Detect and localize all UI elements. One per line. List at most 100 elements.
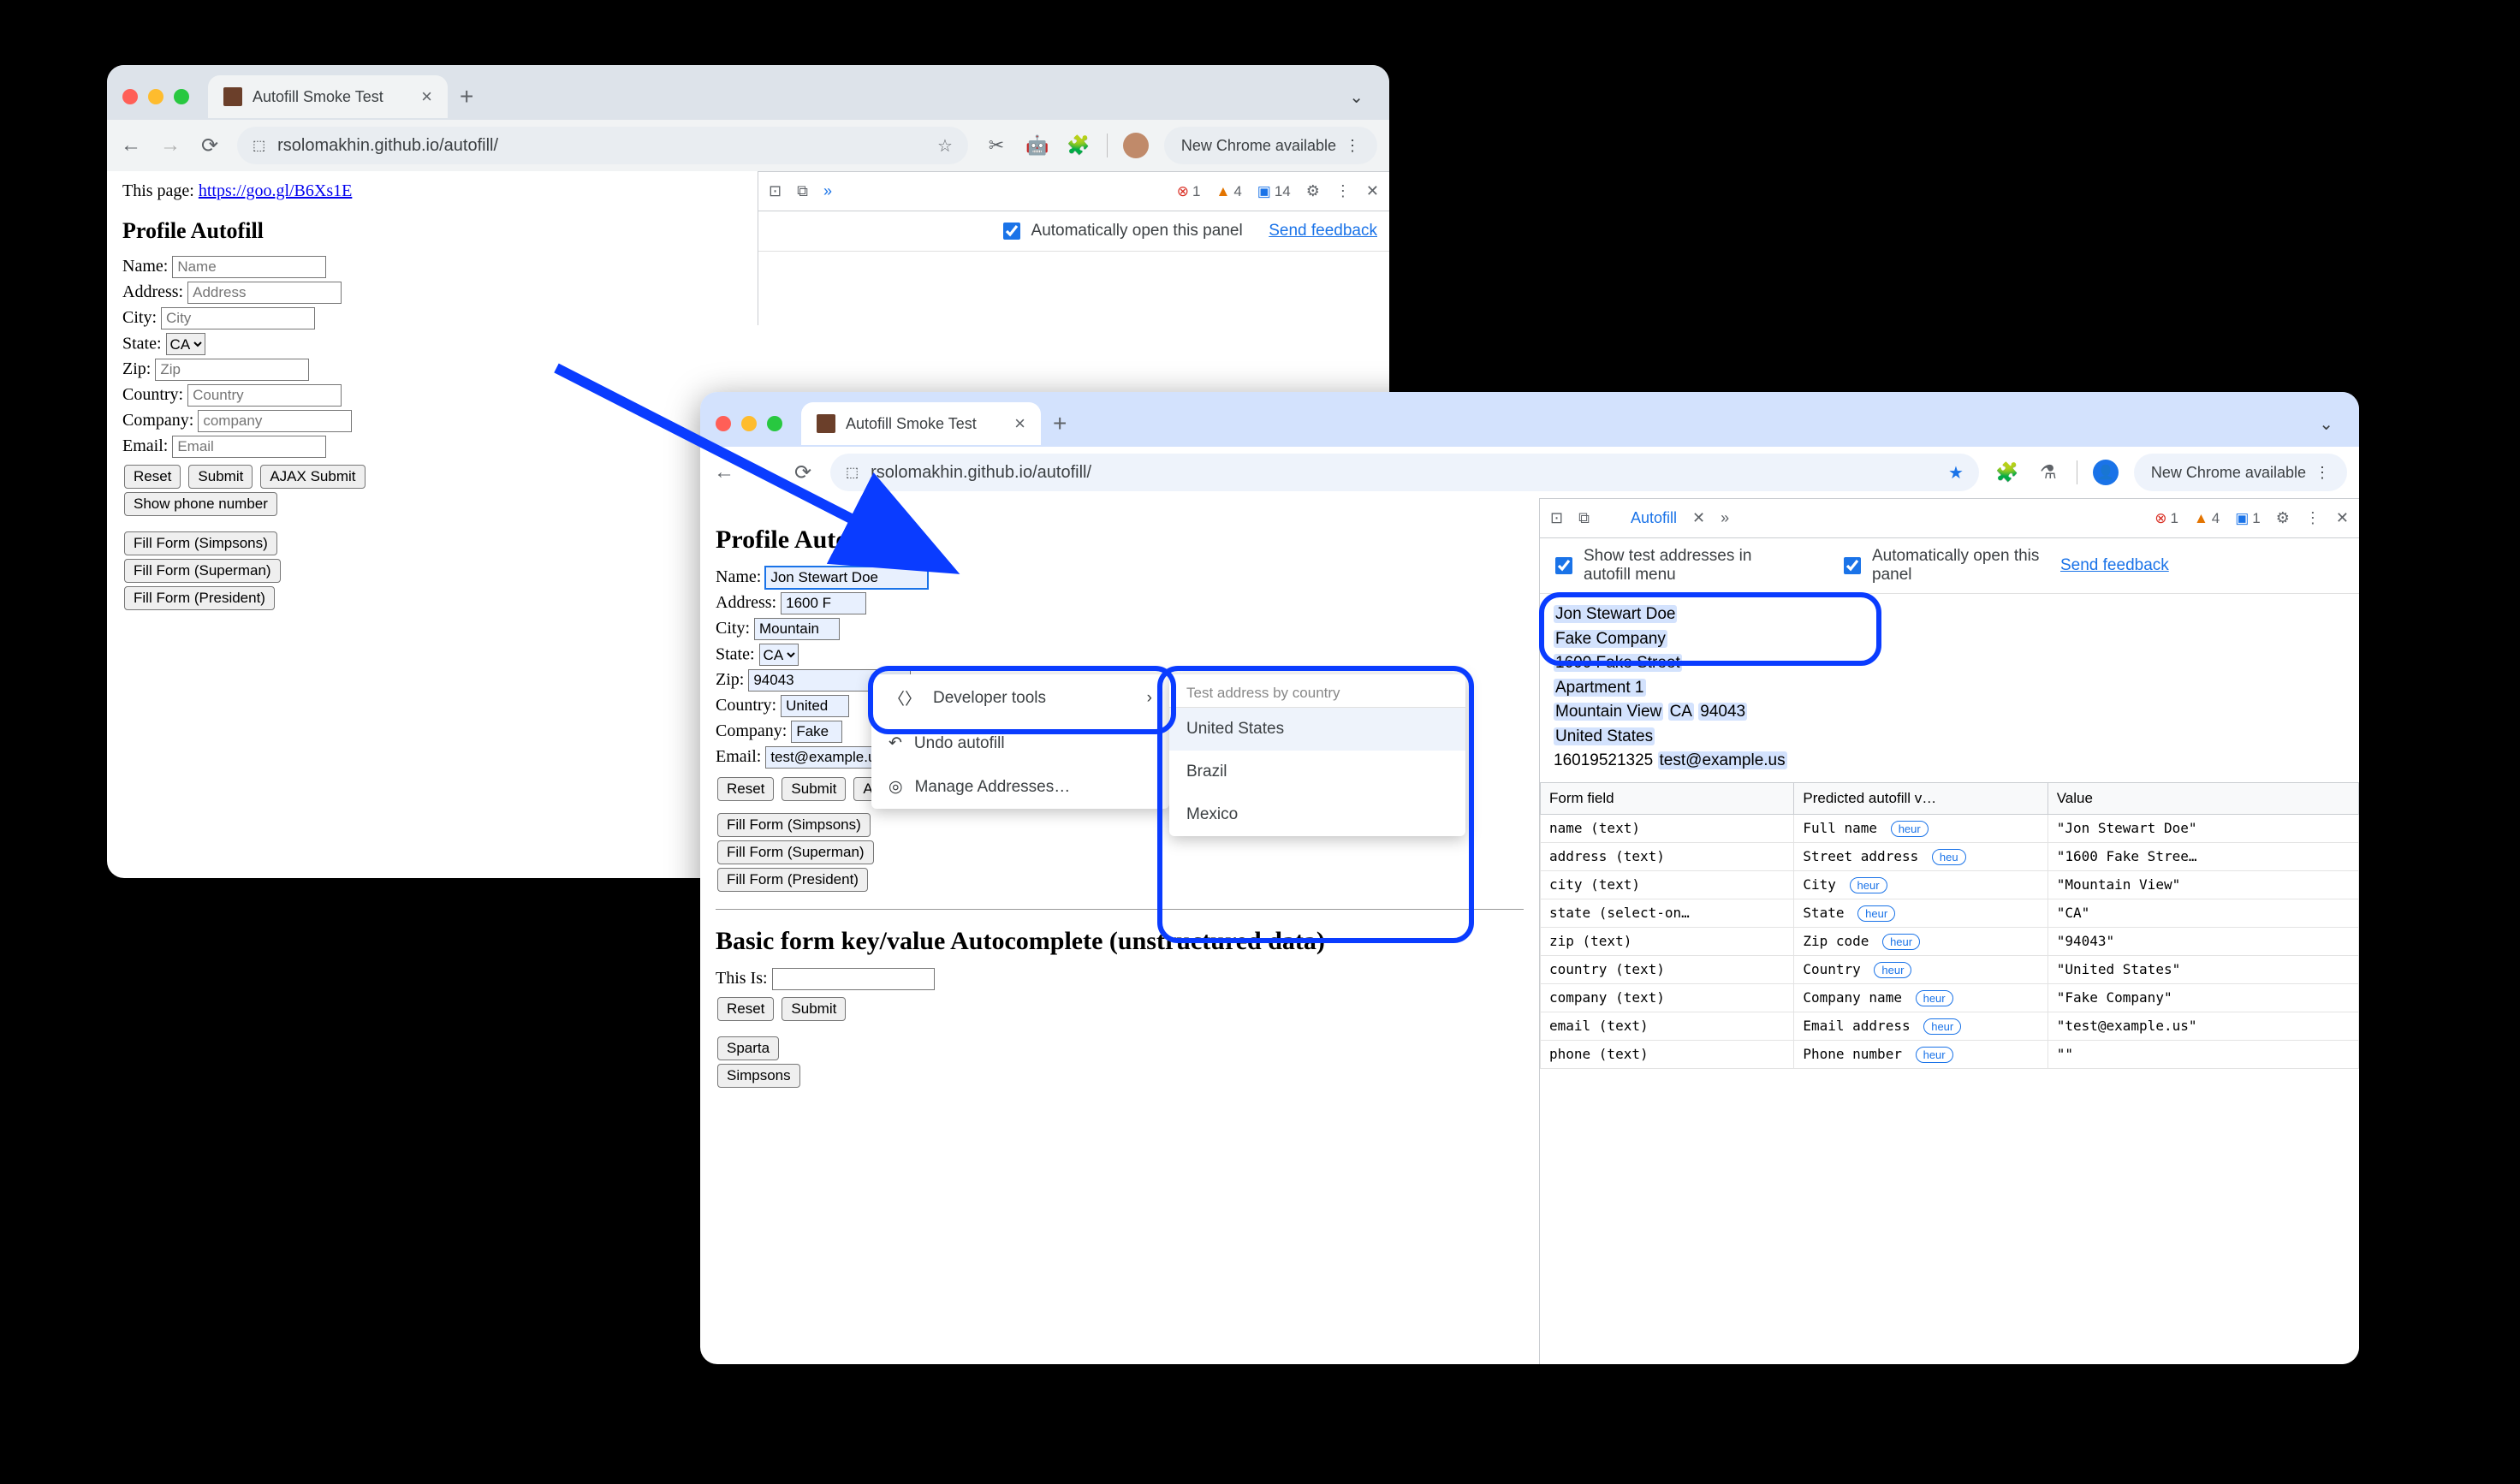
send-feedback-link[interactable]: Send feedback xyxy=(1269,222,1377,240)
country-input[interactable] xyxy=(781,695,849,717)
device-toggle-icon[interactable]: ⧉ xyxy=(1578,509,1590,527)
auto-open-checkbox[interactable] xyxy=(1003,223,1020,240)
warning-count[interactable]: ▲4 xyxy=(1215,183,1241,200)
fullscreen-window-icon[interactable] xyxy=(767,416,782,431)
devtools-menu-item[interactable]: 〈〉 Developer tools › xyxy=(871,674,1169,721)
bookmark-icon[interactable]: ☆ xyxy=(937,135,953,157)
zip-input[interactable] xyxy=(155,359,309,381)
extension-icon-1[interactable]: 🤖 xyxy=(1025,133,1050,158)
tabs-dropdown-icon[interactable]: ⌄ xyxy=(1339,81,1374,113)
submit-button[interactable]: Submit xyxy=(782,777,846,801)
bookmark-icon[interactable]: ★ xyxy=(1948,462,1964,484)
close-devtools-icon[interactable]: ✕ xyxy=(2336,509,2349,527)
reload-icon[interactable]: ⟳ xyxy=(791,460,815,485)
kebab-icon[interactable]: ⋮ xyxy=(2305,509,2321,527)
extensions-icon[interactable]: 🧩 xyxy=(1066,133,1091,158)
fill-president-button[interactable]: Fill Form (President) xyxy=(717,868,868,892)
error-count[interactable]: ⊗1 xyxy=(1177,183,1201,200)
minimize-window-icon[interactable] xyxy=(148,89,163,104)
table-row[interactable]: address (text)Street address heu"1600 Fa… xyxy=(1541,842,2359,870)
name-input[interactable] xyxy=(765,567,928,589)
city-input[interactable] xyxy=(161,307,315,329)
close-tab-icon[interactable]: × xyxy=(421,86,432,108)
new-chrome-available-button[interactable]: New Chrome available ⋮ xyxy=(2134,454,2347,491)
more-tabs-icon[interactable]: » xyxy=(1721,509,1729,527)
reset-button[interactable]: Reset xyxy=(717,777,774,801)
close-window-icon[interactable] xyxy=(716,416,731,431)
this-is-input[interactable] xyxy=(772,968,935,990)
email-input[interactable] xyxy=(172,436,326,458)
this-page-link[interactable]: https://goo.gl/B6Xs1E xyxy=(199,181,352,200)
table-row[interactable]: email (text)Email address heur"test@exam… xyxy=(1541,1012,2359,1040)
address-bar[interactable]: ⬚ rsolomakhin.github.io/autofill/ ★ xyxy=(830,454,1979,491)
send-feedback-link[interactable]: Send feedback xyxy=(2060,556,2169,575)
minimize-window-icon[interactable] xyxy=(741,416,757,431)
manage-addresses-item[interactable]: ◎ Manage Addresses… xyxy=(871,765,1169,809)
more-tabs-icon[interactable]: » xyxy=(823,182,832,200)
country-mx-item[interactable]: Mexico xyxy=(1169,793,1465,836)
settings-icon[interactable]: ⚙ xyxy=(1306,182,1320,200)
window-controls[interactable] xyxy=(122,89,189,104)
profile-avatar[interactable] xyxy=(1123,133,1149,158)
close-window-icon[interactable] xyxy=(122,89,138,104)
table-row[interactable]: zip (text)Zip code heur"94043" xyxy=(1541,927,2359,955)
address-input[interactable] xyxy=(781,592,866,614)
state-select[interactable]: CA xyxy=(166,333,205,355)
profile-avatar[interactable]: 👤 xyxy=(2093,460,2119,485)
kebab-icon[interactable]: ⋮ xyxy=(1335,182,1351,200)
autofill-tab[interactable]: Autofill xyxy=(1631,509,1677,527)
fill-simpsons-button[interactable]: Fill Form (Simpsons) xyxy=(717,813,871,837)
close-tab-icon[interactable]: ✕ xyxy=(1692,509,1705,527)
window-controls[interactable] xyxy=(716,416,782,431)
new-tab-button[interactable]: + xyxy=(460,83,473,110)
close-tab-icon[interactable]: × xyxy=(1014,413,1025,435)
inspect-icon[interactable]: ⊡ xyxy=(1550,509,1563,527)
device-toggle-icon[interactable]: ⧉ xyxy=(797,182,808,200)
fill-superman-button[interactable]: Fill Form (Superman) xyxy=(717,840,874,864)
simpsons-button-2[interactable]: Simpsons xyxy=(717,1064,800,1088)
back-icon[interactable]: ← xyxy=(712,460,736,484)
name-input[interactable] xyxy=(172,256,326,278)
ajax-submit-button[interactable]: AJAX Submit xyxy=(260,465,365,489)
undo-autofill-item[interactable]: ↶ Undo autofill xyxy=(871,721,1169,765)
address-bar[interactable]: ⬚ rsolomakhin.github.io/autofill/ ☆ xyxy=(237,127,968,164)
error-count[interactable]: ⊗1 xyxy=(2154,510,2178,527)
site-info-icon[interactable]: ⬚ xyxy=(253,137,265,154)
company-input[interactable] xyxy=(198,410,352,432)
labs-icon[interactable]: ⚗ xyxy=(2036,460,2061,485)
country-br-item[interactable]: Brazil xyxy=(1169,751,1465,793)
country-input[interactable] xyxy=(187,384,342,407)
city-input[interactable] xyxy=(754,618,840,640)
show-phone-button[interactable]: Show phone number xyxy=(124,492,277,516)
info-count[interactable]: ▣1 xyxy=(2235,510,2261,527)
table-row[interactable]: phone (text)Phone number heur"" xyxy=(1541,1040,2359,1068)
table-row[interactable]: country (text)Country heur"United States… xyxy=(1541,955,2359,983)
auto-open-checkbox[interactable] xyxy=(1844,557,1861,574)
settings-icon[interactable]: ⚙ xyxy=(2276,509,2290,527)
col-predicted[interactable]: Predicted autofill v… xyxy=(1794,782,2048,814)
show-test-addresses-checkbox[interactable] xyxy=(1555,557,1572,574)
new-chrome-available-button[interactable]: New Chrome available ⋮ xyxy=(1164,127,1377,164)
reset-button[interactable]: Reset xyxy=(124,465,181,489)
company-input[interactable] xyxy=(791,721,842,743)
tabs-dropdown-icon[interactable]: ⌄ xyxy=(2309,408,2344,440)
inspect-icon[interactable]: ⊡ xyxy=(769,182,782,200)
fill-president-button[interactable]: Fill Form (President) xyxy=(124,586,275,610)
sparta-button[interactable]: Sparta xyxy=(717,1036,779,1060)
reload-icon[interactable]: ⟳ xyxy=(198,134,222,158)
extensions-icon[interactable]: 🧩 xyxy=(1994,460,2020,485)
back-icon[interactable]: ← xyxy=(119,134,143,157)
close-devtools-icon[interactable]: ✕ xyxy=(1366,182,1379,200)
state-select[interactable]: CA xyxy=(759,644,799,666)
fullscreen-window-icon[interactable] xyxy=(174,89,189,104)
new-tab-button[interactable]: + xyxy=(1053,410,1067,437)
submit-button[interactable]: Submit xyxy=(188,465,253,489)
table-row[interactable]: state (select-on…State heur"CA" xyxy=(1541,899,2359,927)
col-form-field[interactable]: Form field xyxy=(1541,782,1794,814)
warning-count[interactable]: ▲4 xyxy=(2194,510,2220,527)
site-info-icon[interactable]: ⬚ xyxy=(846,464,859,481)
fill-superman-button[interactable]: Fill Form (Superman) xyxy=(124,559,281,583)
browser-tab[interactable]: Autofill Smoke Test × xyxy=(801,402,1041,445)
table-row[interactable]: company (text)Company name heur"Fake Com… xyxy=(1541,983,2359,1012)
table-row[interactable]: name (text)Full name heur"Jon Stewart Do… xyxy=(1541,814,2359,842)
